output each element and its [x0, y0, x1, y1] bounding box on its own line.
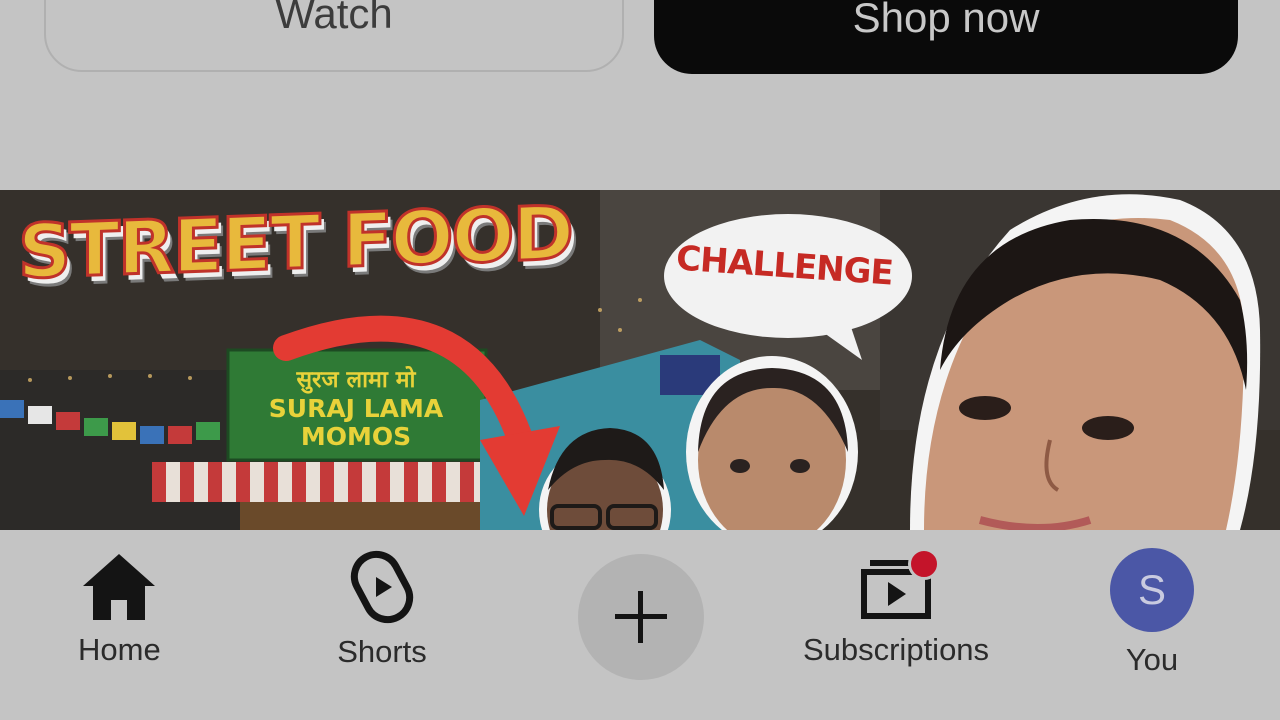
watch-button-label: Watch	[275, 0, 393, 37]
watch-button[interactable]: Watch	[44, 0, 624, 72]
video-thumbnail[interactable]: STREET FOOD CHALLENGE सुरज लामा मो SURAJ…	[0, 190, 1280, 530]
nav-subscriptions[interactable]: Subscriptions	[788, 548, 1004, 668]
shop-now-button[interactable]: Shop now	[654, 0, 1238, 74]
nav-subscriptions-label: Subscriptions	[802, 632, 990, 667]
plus-icon	[615, 591, 667, 643]
home-icon	[83, 554, 156, 620]
nav-you[interactable]: S You	[1110, 548, 1194, 678]
avatar-letter: S	[1137, 566, 1166, 613]
avatar: S	[1110, 548, 1194, 632]
shop-sign-line2: MOMOS	[300, 422, 412, 451]
nav-shorts[interactable]: Shorts	[332, 550, 432, 670]
nav-home-label: Home	[78, 632, 161, 667]
nav-you-label: You	[1125, 642, 1179, 677]
shorts-icon	[350, 550, 414, 624]
notification-dot	[908, 548, 940, 580]
bottom-navigation: Home Shorts Subscriptions S You	[0, 530, 1280, 720]
nav-home[interactable]: Home	[78, 550, 161, 668]
create-button[interactable]	[578, 554, 704, 680]
shop-sign-line1: SURAJ LAMA	[268, 394, 444, 423]
nav-shorts-label: Shorts	[337, 634, 427, 669]
shop-now-button-label: Shop now	[852, 0, 1040, 41]
shop-sign-hindi: सुरज लामा मो	[296, 367, 416, 393]
